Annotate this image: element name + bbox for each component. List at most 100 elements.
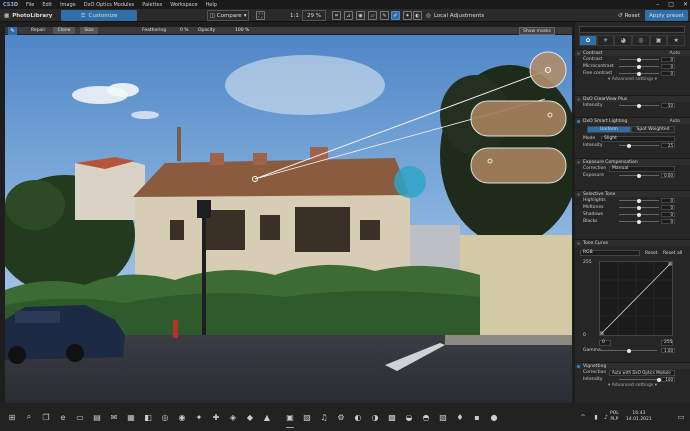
smart-lighting-header[interactable]: DxO Smart Lighting Auto <box>575 117 690 124</box>
mode-select[interactable]: Slight <box>601 135 675 142</box>
toggle-icon[interactable] <box>577 161 580 164</box>
app-icon-7[interactable]: ♫ <box>318 411 330 423</box>
contrast-header[interactable]: Contrast Auto <box>575 49 690 56</box>
menu-image[interactable]: Image <box>56 2 80 8</box>
toggle-icon[interactable] <box>577 120 580 123</box>
edge-icon[interactable]: e <box>57 411 69 423</box>
toggle-icon[interactable] <box>577 193 580 196</box>
slider-knob[interactable] <box>637 198 641 203</box>
curve-top-value[interactable]: 255 <box>583 260 592 265</box>
app-icon-16[interactable]: ▪ <box>471 411 483 423</box>
opacity-value[interactable]: 100 % <box>235 27 249 34</box>
feathering-value[interactable]: 0 % <box>180 27 189 34</box>
app-icon-9[interactable]: ◐ <box>352 411 364 423</box>
view-icon[interactable]: ◐ <box>413 11 422 20</box>
curve-input-min[interactable]: 0 <box>599 340 611 346</box>
photos-icon[interactable]: ◧ <box>142 411 154 423</box>
slider-knob[interactable] <box>627 143 631 148</box>
menu-palettes[interactable]: Palettes <box>138 2 166 8</box>
app-icon-3[interactable]: ◈ <box>227 411 239 423</box>
fit-screen-icon[interactable]: ⛶ <box>256 11 265 20</box>
vignetting-intensity-slider[interactable] <box>619 379 659 380</box>
slider-knob[interactable] <box>637 212 641 217</box>
app-icon-10[interactable]: ◑ <box>369 411 381 423</box>
explorer-icon[interactable]: ▭ <box>74 411 86 423</box>
tab-detail[interactable]: ◎ <box>632 35 650 46</box>
curve-reset-all-button[interactable]: Reset all <box>663 251 682 256</box>
app-icon-5[interactable]: ▲ <box>261 411 273 423</box>
app-icon-11[interactable]: ▩ <box>386 411 398 423</box>
firefox-icon[interactable]: ◉ <box>176 411 188 423</box>
app-icon-1[interactable]: ✦ <box>193 411 205 423</box>
dxo-photolab-icon[interactable]: ▣ <box>284 411 296 428</box>
repair-tool-icon[interactable]: ✎ <box>8 27 17 35</box>
apply-preset-button[interactable]: Apply preset <box>645 10 688 21</box>
vignetting-correction-select[interactable]: Auto with DxO Optics Module <box>609 369 675 376</box>
app-icon-2[interactable]: ✚ <box>210 411 222 423</box>
slider-knob[interactable] <box>637 219 641 224</box>
minimize-icon[interactable]: – <box>656 0 659 9</box>
red-eye-icon[interactable]: ◉ <box>356 11 365 20</box>
task-view-icon[interactable]: ❐ <box>40 411 52 423</box>
slider-knob[interactable] <box>637 64 641 69</box>
tray-chevron-icon[interactable]: ^ <box>577 411 589 423</box>
show-masks-button[interactable]: Show masks <box>519 27 555 35</box>
tab-customize[interactable]: ☰ Customize <box>61 10 137 21</box>
size-field[interactable]: Size <box>80 27 98 34</box>
slider-knob[interactable] <box>637 57 641 62</box>
menu-edit[interactable]: Edit <box>38 2 56 8</box>
toggle-icon[interactable] <box>577 365 580 368</box>
smart-lighting-intensity-slider[interactable] <box>619 145 659 146</box>
store-icon[interactable]: ▤ <box>91 411 103 423</box>
menu-help[interactable]: Help <box>202 2 221 8</box>
tab-essential[interactable]: ✿ <box>579 35 597 46</box>
app-icon-13[interactable]: ◓ <box>420 411 432 423</box>
local-adjustments-button[interactable]: ◎ Local Adjustments <box>426 10 484 21</box>
perspective-icon[interactable]: ▱ <box>368 11 377 20</box>
slider-knob[interactable] <box>637 103 641 108</box>
exposure-header[interactable]: Exposure Compensation <box>575 158 690 165</box>
menu-workspace[interactable]: Workspace <box>166 2 201 8</box>
repair-mode-button[interactable]: Repair <box>31 27 45 34</box>
menu-optics-modules[interactable]: DxO Optics Modules <box>80 2 139 8</box>
slider-knob[interactable] <box>637 205 641 210</box>
notifications-icon[interactable]: ▭ <box>675 411 687 423</box>
chrome-icon[interactable]: ◎ <box>159 411 171 423</box>
compare-button[interactable]: ◫ Compare ▾ <box>207 10 249 21</box>
slider-knob[interactable] <box>637 173 641 178</box>
reset-button[interactable]: ↺ Reset <box>618 10 640 21</box>
crop-icon[interactable]: ⌗ <box>332 11 341 20</box>
app-icon-12[interactable]: ◒ <box>403 411 415 423</box>
curve-reset-button[interactable]: Reset <box>645 251 658 256</box>
tone-curve-header[interactable]: Tone Curve <box>575 239 690 246</box>
curve-channel-select[interactable]: RGB <box>580 250 640 256</box>
app-icon-17[interactable]: ● <box>488 411 500 423</box>
vignetting-header[interactable]: Vignetting <box>575 362 690 369</box>
curve-input-max[interactable]: 255 <box>661 340 673 346</box>
uniform-button[interactable]: Uniform <box>587 126 631 133</box>
app-icon-4[interactable]: ◆ <box>244 411 256 423</box>
maximize-icon[interactable]: □ <box>668 0 674 9</box>
tab-watermark[interactable]: ★ <box>667 35 686 46</box>
zoom-select[interactable]: 29 % <box>302 10 326 21</box>
tab-geometry[interactable]: ▣ <box>649 35 668 46</box>
tab-color[interactable]: ◕ <box>614 35 633 46</box>
search-input[interactable] <box>579 26 685 33</box>
advanced-settings-link[interactable]: ▾ Advanced settings ▾ <box>575 77 690 83</box>
selective-tone-header[interactable]: Selective Tone <box>575 190 690 197</box>
vignetting-advanced-link[interactable]: ▾ Advanced settings ▾ <box>575 383 690 389</box>
input-language[interactable]: POL PLP <box>610 411 619 423</box>
app-icon-15[interactable]: ♦ <box>454 411 466 423</box>
photo-canvas[interactable] <box>5 35 572 403</box>
toggle-icon[interactable] <box>577 242 580 245</box>
app-icon-14[interactable]: ▨ <box>437 411 449 423</box>
tone-curve-graph[interactable] <box>599 261 673 336</box>
windows-start-icon[interactable]: ⊞ <box>6 411 18 423</box>
search-icon[interactable]: ⌕ <box>23 411 35 423</box>
tab-photolibrary[interactable]: ▦ PhotoLibrary <box>4 10 52 21</box>
app-icon-6[interactable]: ▧ <box>301 411 313 423</box>
exposure-correction-select[interactable]: Manual <box>609 165 675 172</box>
curve-bottom-left-value[interactable]: 0 <box>583 333 586 338</box>
menu-file[interactable]: File <box>22 2 38 8</box>
watermark-icon[interactable]: ✦ <box>403 11 412 20</box>
